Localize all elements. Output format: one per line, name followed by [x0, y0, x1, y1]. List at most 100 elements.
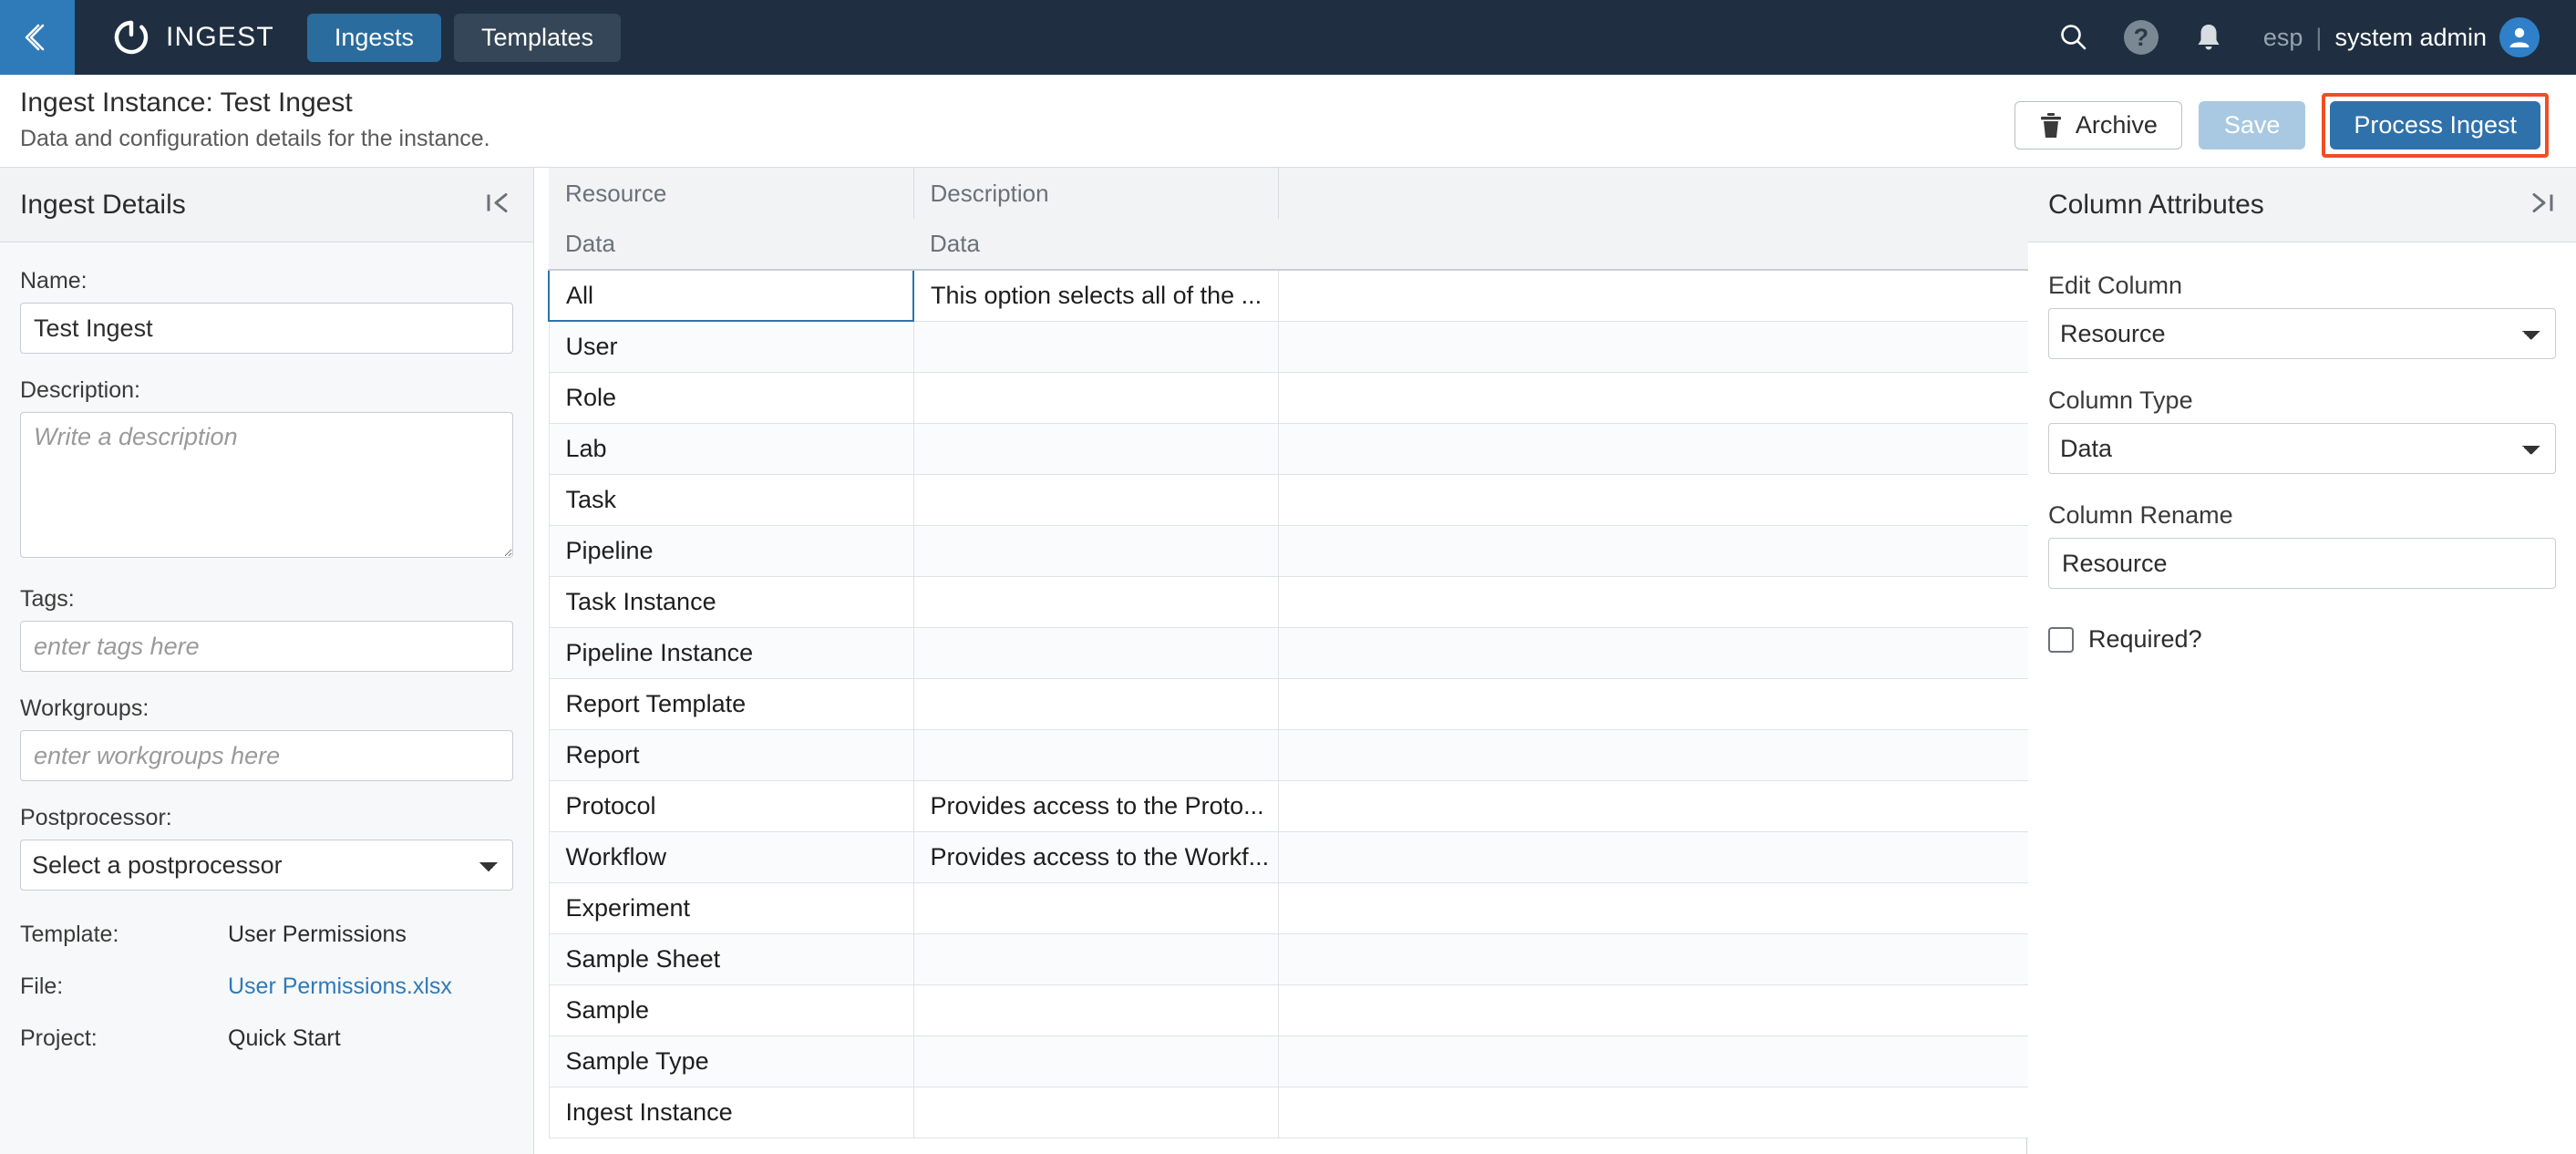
cell-resource[interactable]: Experiment — [548, 881, 914, 934]
cell-description[interactable] — [912, 932, 1279, 985]
cell-resource[interactable]: Ingest Instance — [548, 1086, 914, 1139]
table-row[interactable]: User — [548, 320, 2029, 373]
cell-extra[interactable] — [1277, 422, 2029, 475]
cell-extra[interactable] — [1277, 524, 2029, 577]
tab-templates[interactable]: Templates — [453, 13, 622, 62]
cell-resource[interactable]: Lab — [548, 422, 914, 475]
page-actions: Archive Save Process Ingest — [2014, 93, 2549, 158]
bell-icon — [2198, 25, 2220, 50]
archive-button[interactable]: Archive — [2014, 101, 2182, 149]
search-button[interactable] — [2056, 19, 2092, 56]
required-checkbox[interactable] — [2048, 626, 2074, 653]
cell-extra[interactable] — [1277, 1086, 2029, 1139]
cell-extra[interactable] — [1277, 575, 2029, 628]
name-input[interactable] — [20, 303, 513, 354]
cell-resource[interactable]: Role — [548, 371, 914, 424]
cell-description[interactable] — [912, 1035, 1279, 1087]
cell-description[interactable] — [912, 984, 1279, 1036]
table-row[interactable]: All This option selects all of the ... — [548, 269, 2029, 322]
cell-description[interactable] — [912, 575, 1279, 628]
cell-resource[interactable]: Sample — [548, 984, 914, 1036]
cell-description[interactable] — [912, 473, 1279, 526]
table-row[interactable]: Sample — [548, 984, 2029, 1036]
cell-resource[interactable]: Protocol — [548, 779, 914, 832]
postprocessor-field-group: Postprocessor: Select a postprocessor — [20, 805, 513, 891]
cell-resource[interactable]: Task Instance — [548, 575, 914, 628]
user-menu[interactable]: esp | system admin — [2263, 17, 2540, 57]
cell-description[interactable] — [912, 422, 1279, 475]
cell-resource[interactable]: All — [548, 269, 914, 322]
cell-description[interactable]: Provides access to the Workf... — [912, 830, 1279, 883]
cell-resource[interactable]: Pipeline Instance — [548, 626, 914, 679]
table-row[interactable]: Pipeline Instance — [548, 626, 2029, 679]
process-ingest-button[interactable]: Process Ingest — [2330, 101, 2540, 149]
cell-resource[interactable]: Sample Sheet — [548, 932, 914, 985]
table-row[interactable]: Task — [548, 473, 2029, 526]
cell-resource[interactable]: Report Template — [548, 677, 914, 730]
table-row[interactable]: Experiment — [548, 881, 2029, 934]
column-type-group: Column Type Data — [2048, 386, 2556, 474]
cell-extra[interactable] — [1277, 881, 2029, 934]
table-row[interactable]: Ingest Instance — [548, 1086, 2029, 1139]
cell-resource[interactable]: Sample Type — [548, 1035, 914, 1087]
help-button[interactable]: ? — [2123, 19, 2159, 56]
avatar[interactable] — [2499, 17, 2540, 57]
cell-extra[interactable] — [1277, 269, 2029, 322]
cell-resource[interactable]: Workflow — [548, 830, 914, 883]
cell-extra[interactable] — [1277, 1035, 2029, 1087]
collapse-left-panel-button[interactable] — [484, 188, 513, 222]
cell-resource[interactable]: Report — [548, 728, 914, 781]
tags-input[interactable] — [20, 621, 513, 672]
cell-description[interactable] — [912, 524, 1279, 577]
cell-description[interactable] — [912, 677, 1279, 730]
collapse-right-panel-button[interactable] — [2527, 188, 2556, 222]
page-title: Ingest Instance: Test Ingest — [20, 88, 353, 118]
table-row[interactable]: Report Template — [548, 677, 2029, 730]
postprocessor-select[interactable]: Select a postprocessor — [20, 840, 513, 891]
cell-resource[interactable]: Task — [548, 473, 914, 526]
column-header-resource[interactable]: Resource — [549, 168, 914, 219]
table-row[interactable]: Report — [548, 728, 2029, 781]
back-button[interactable] — [0, 0, 75, 75]
column-rename-input[interactable] — [2048, 538, 2556, 589]
cell-description[interactable]: This option selects all of the ... — [912, 269, 1279, 322]
cell-extra[interactable] — [1277, 728, 2029, 781]
cell-extra[interactable] — [1277, 473, 2029, 526]
table-row[interactable]: Task Instance — [548, 575, 2029, 628]
cell-extra[interactable] — [1277, 371, 2029, 424]
cell-extra[interactable] — [1277, 830, 2029, 883]
table-row[interactable]: Role — [548, 371, 2029, 424]
cell-extra[interactable] — [1277, 984, 2029, 1036]
cell-extra[interactable] — [1277, 626, 2029, 679]
cell-description[interactable] — [912, 728, 1279, 781]
cell-resource[interactable]: User — [548, 320, 914, 373]
table-row[interactable]: Sample Type — [548, 1035, 2029, 1087]
column-header-description[interactable]: Description — [913, 168, 1279, 219]
cell-description[interactable] — [912, 881, 1279, 934]
cell-extra[interactable] — [1277, 677, 2029, 730]
table-row[interactable]: Protocol Provides access to the Proto... — [548, 779, 2029, 832]
cell-description[interactable] — [912, 1086, 1279, 1139]
cell-description[interactable] — [912, 320, 1279, 373]
file-link[interactable]: User Permissions.xlsx — [228, 974, 452, 1000]
workgroups-input[interactable] — [20, 730, 513, 781]
cell-resource[interactable]: Pipeline — [548, 524, 914, 577]
tab-ingests[interactable]: Ingests — [306, 13, 441, 62]
cell-description[interactable] — [912, 371, 1279, 424]
table-row[interactable]: Workflow Provides access to the Workf... — [548, 830, 2029, 883]
cell-extra[interactable] — [1277, 932, 2029, 985]
column-type-select[interactable]: Data — [2048, 423, 2556, 474]
column-header-empty[interactable] — [1278, 168, 2028, 219]
table-row[interactable]: Pipeline — [548, 524, 2029, 577]
description-textarea[interactable] — [20, 412, 513, 558]
save-button[interactable]: Save — [2198, 101, 2306, 149]
notifications-button[interactable] — [2190, 19, 2227, 56]
table-row[interactable]: Lab — [548, 422, 2029, 475]
metadata-row-template: Template: User Permissions — [20, 922, 513, 948]
table-row[interactable]: Sample Sheet — [548, 932, 2029, 985]
cell-description[interactable] — [912, 626, 1279, 679]
cell-extra[interactable] — [1277, 779, 2029, 832]
cell-extra[interactable] — [1277, 320, 2029, 373]
cell-description[interactable]: Provides access to the Proto... — [912, 779, 1279, 832]
edit-column-select[interactable]: Resource — [2048, 308, 2556, 359]
